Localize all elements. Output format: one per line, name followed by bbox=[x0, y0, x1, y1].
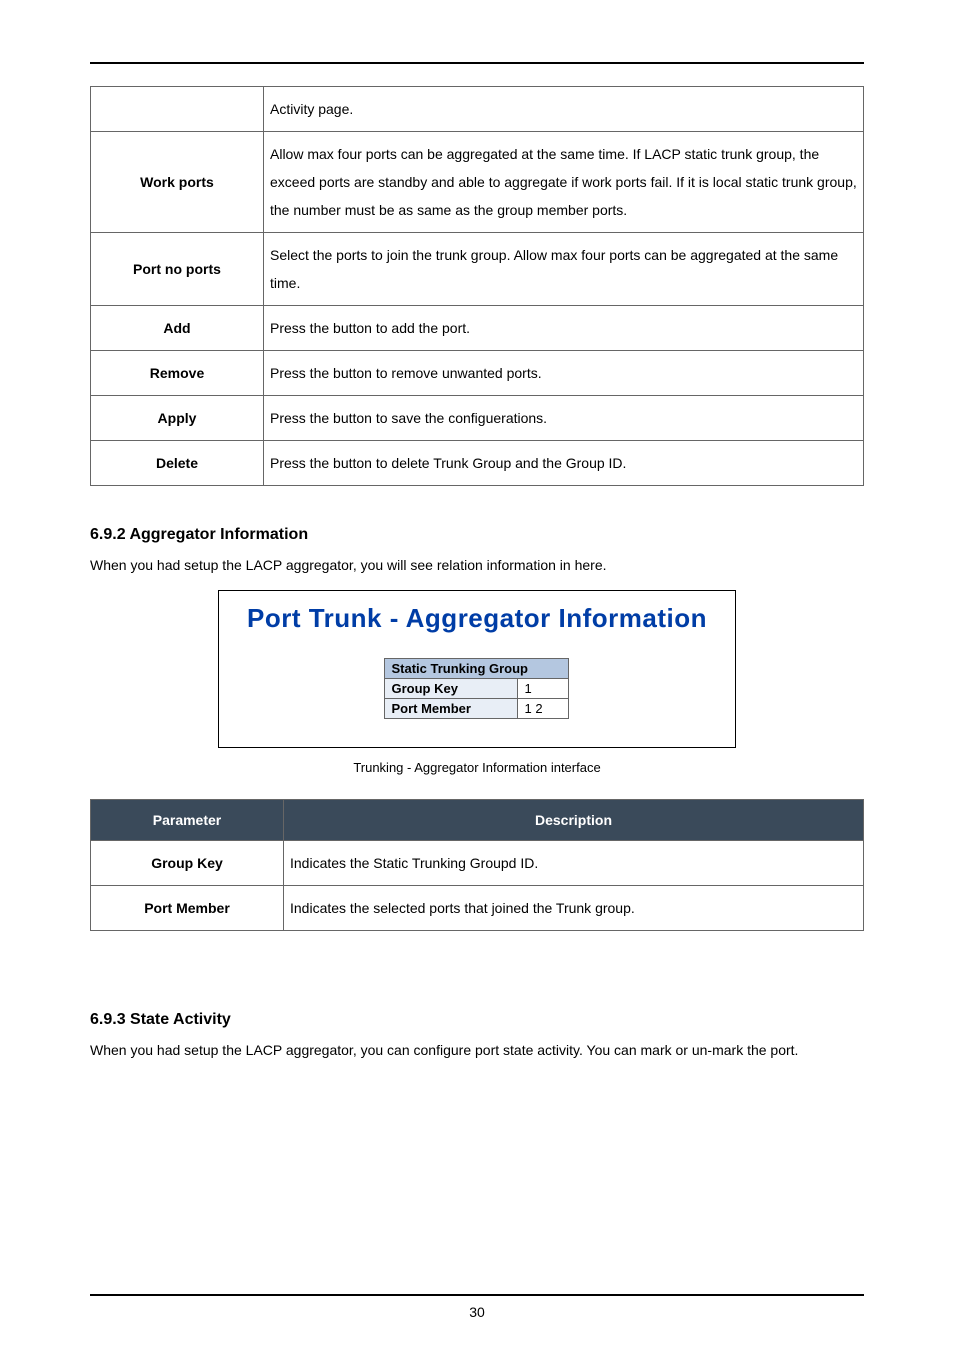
figure-wrapper: Port Trunk - Aggregator Information Stat… bbox=[90, 590, 864, 748]
static-trunking-table: Static Trunking Group Group Key 1 Port M… bbox=[384, 658, 569, 719]
figure-panel: Port Trunk - Aggregator Information Stat… bbox=[218, 590, 736, 748]
top-rule bbox=[90, 62, 864, 64]
table-row: Add Press the button to add the port. bbox=[91, 306, 864, 351]
param-label: Work ports bbox=[91, 132, 264, 233]
group-key-value: 1 bbox=[518, 679, 569, 699]
table-row: Delete Press the button to delete Trunk … bbox=[91, 441, 864, 486]
param-label: Group Key bbox=[91, 841, 284, 886]
section-intro-2: When you had setup the LACP aggregator, … bbox=[90, 1039, 864, 1061]
table-row: Group Key Indicates the Static Trunking … bbox=[91, 841, 864, 886]
table-row: Apply Press the button to save the confi… bbox=[91, 396, 864, 441]
params-table-1: Activity page. Work ports Allow max four… bbox=[90, 86, 864, 486]
param-desc: Indicates the Static Trunking Groupd ID. bbox=[284, 841, 864, 886]
param-desc: Press the button to add the port. bbox=[264, 306, 864, 351]
param-desc: Press the button to save the configuerat… bbox=[264, 396, 864, 441]
param-desc: Press the button to remove unwanted port… bbox=[264, 351, 864, 396]
group-key-label: Group Key bbox=[385, 679, 518, 699]
param-label: Add bbox=[91, 306, 264, 351]
table-row: Work ports Allow max four ports can be a… bbox=[91, 132, 864, 233]
param-desc: Press the button to delete Trunk Group a… bbox=[264, 441, 864, 486]
params-table-2: Parameter Description Group Key Indicate… bbox=[90, 799, 864, 931]
section-heading-aggregator-info: 6.9.2 Aggregator Information bbox=[90, 526, 864, 544]
page-number: 30 bbox=[0, 1304, 954, 1320]
param-label: Port no ports bbox=[91, 233, 264, 306]
section-heading-state-activity: 6.9.3 State Activity bbox=[90, 1011, 864, 1029]
page-content: Activity page. Work ports Allow max four… bbox=[90, 86, 864, 1062]
param-label bbox=[91, 87, 264, 132]
table-row: Remove Press the button to remove unwant… bbox=[91, 351, 864, 396]
col-head-desc: Description bbox=[284, 800, 864, 841]
param-desc: Allow max four ports can be aggregated a… bbox=[264, 132, 864, 233]
table-row: Activity page. bbox=[91, 87, 864, 132]
param-label: Remove bbox=[91, 351, 264, 396]
figure-title: Port Trunk - Aggregator Information bbox=[247, 603, 707, 634]
param-desc: Indicates the selected ports that joined… bbox=[284, 886, 864, 931]
param-desc: Activity page. bbox=[264, 87, 864, 132]
param-label: Delete bbox=[91, 441, 264, 486]
stg-header: Static Trunking Group bbox=[385, 659, 569, 679]
port-member-value: 1 2 bbox=[518, 699, 569, 719]
param-label: Port Member bbox=[91, 886, 284, 931]
param-desc: Select the ports to join the trunk group… bbox=[264, 233, 864, 306]
bottom-rule bbox=[90, 1294, 864, 1296]
port-member-label: Port Member bbox=[385, 699, 518, 719]
table-row: Port no ports Select the ports to join t… bbox=[91, 233, 864, 306]
section-intro: When you had setup the LACP aggregator, … bbox=[90, 554, 864, 576]
page: Activity page. Work ports Allow max four… bbox=[0, 0, 954, 1350]
param-label: Apply bbox=[91, 396, 264, 441]
figure-caption: Trunking - Aggregator Information interf… bbox=[90, 760, 864, 775]
col-head-param: Parameter bbox=[91, 800, 284, 841]
table-row: Port Member Indicates the selected ports… bbox=[91, 886, 864, 931]
